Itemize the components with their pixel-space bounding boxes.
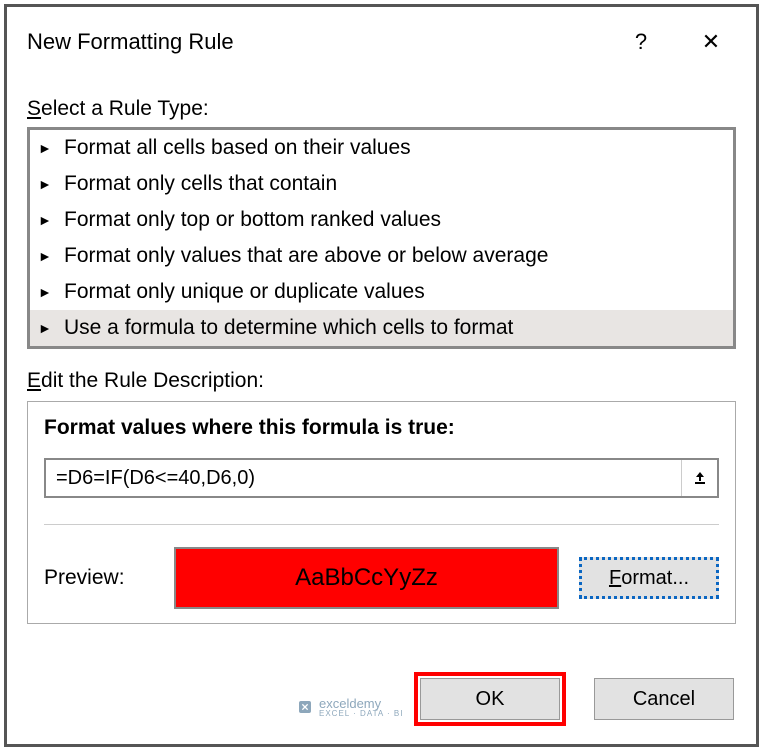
bullet-icon: ► — [38, 212, 56, 228]
preview-row: Preview: AaBbCcYyZz Format... — [44, 547, 719, 609]
formula-row — [44, 458, 719, 498]
rule-type-item[interactable]: ► Format only cells that contain — [30, 166, 733, 202]
dialog-buttons: OK Cancel — [414, 672, 734, 726]
cancel-button[interactable]: Cancel — [594, 678, 734, 720]
ok-highlight: OK — [414, 672, 566, 726]
divider — [44, 524, 719, 525]
range-selector-icon — [692, 470, 708, 486]
rule-type-item[interactable]: ► Format only unique or duplicate values — [30, 274, 733, 310]
rule-description-label: Edit the Rule Description: — [27, 369, 736, 393]
help-button[interactable]: ? — [616, 22, 666, 62]
rule-type-label: Select a Rule Type: — [27, 97, 736, 121]
titlebar: New Formatting Rule ? ✕ — [7, 7, 756, 67]
rule-type-item[interactable]: ► Format only values that are above or be… — [30, 238, 733, 274]
watermark-tagline: EXCEL · DATA · BI — [319, 709, 403, 718]
preview-swatch: AaBbCcYyZz — [174, 547, 559, 609]
bullet-icon: ► — [38, 140, 56, 156]
rule-type-item[interactable]: ► Format only top or bottom ranked values — [30, 202, 733, 238]
rule-type-item-label: Format all cells based on their values — [64, 136, 411, 160]
formula-label: Format values where this formula is true… — [44, 416, 719, 440]
watermark: exceldemy EXCEL · DATA · BI — [297, 696, 403, 718]
rule-type-list[interactable]: ►Format all cells based on their values … — [27, 127, 736, 349]
new-formatting-rule-dialog: New Formatting Rule ? ✕ Select a Rule Ty… — [4, 4, 759, 747]
ok-button[interactable]: OK — [420, 678, 560, 720]
rule-description-box: Format values where this formula is true… — [27, 401, 736, 624]
rule-type-item-label: Use a formula to determine which cells t… — [64, 316, 513, 340]
bullet-icon: ► — [38, 320, 56, 336]
dialog-title: New Formatting Rule — [27, 29, 596, 55]
collapse-dialog-button[interactable] — [681, 460, 717, 496]
bullet-icon: ► — [38, 248, 56, 264]
preview-label: Preview: — [44, 566, 154, 590]
watermark-icon — [297, 699, 313, 715]
rule-type-item[interactable]: ► Format all cells based on their values — [30, 130, 733, 166]
bullet-icon: ► — [38, 176, 56, 192]
dialog-content: Select a Rule Type: ► Format all cells ba… — [7, 67, 756, 644]
rule-type-item[interactable]: ► Use a formula to determine which cells … — [30, 310, 733, 346]
bullet-icon: ► — [38, 284, 56, 300]
rule-type-item-label: Format only unique or duplicate values — [64, 280, 425, 304]
preview-sample-text: AaBbCcYyZz — [295, 564, 438, 592]
rule-type-item-label: Format only values that are above or bel… — [64, 244, 548, 268]
rule-type-item-label: Format only top or bottom ranked values — [64, 208, 441, 232]
close-button[interactable]: ✕ — [686, 22, 736, 62]
rule-type-item-label: Format only cells that contain — [64, 172, 337, 196]
formula-input[interactable] — [46, 460, 681, 496]
format-button[interactable]: Format... — [579, 557, 719, 599]
